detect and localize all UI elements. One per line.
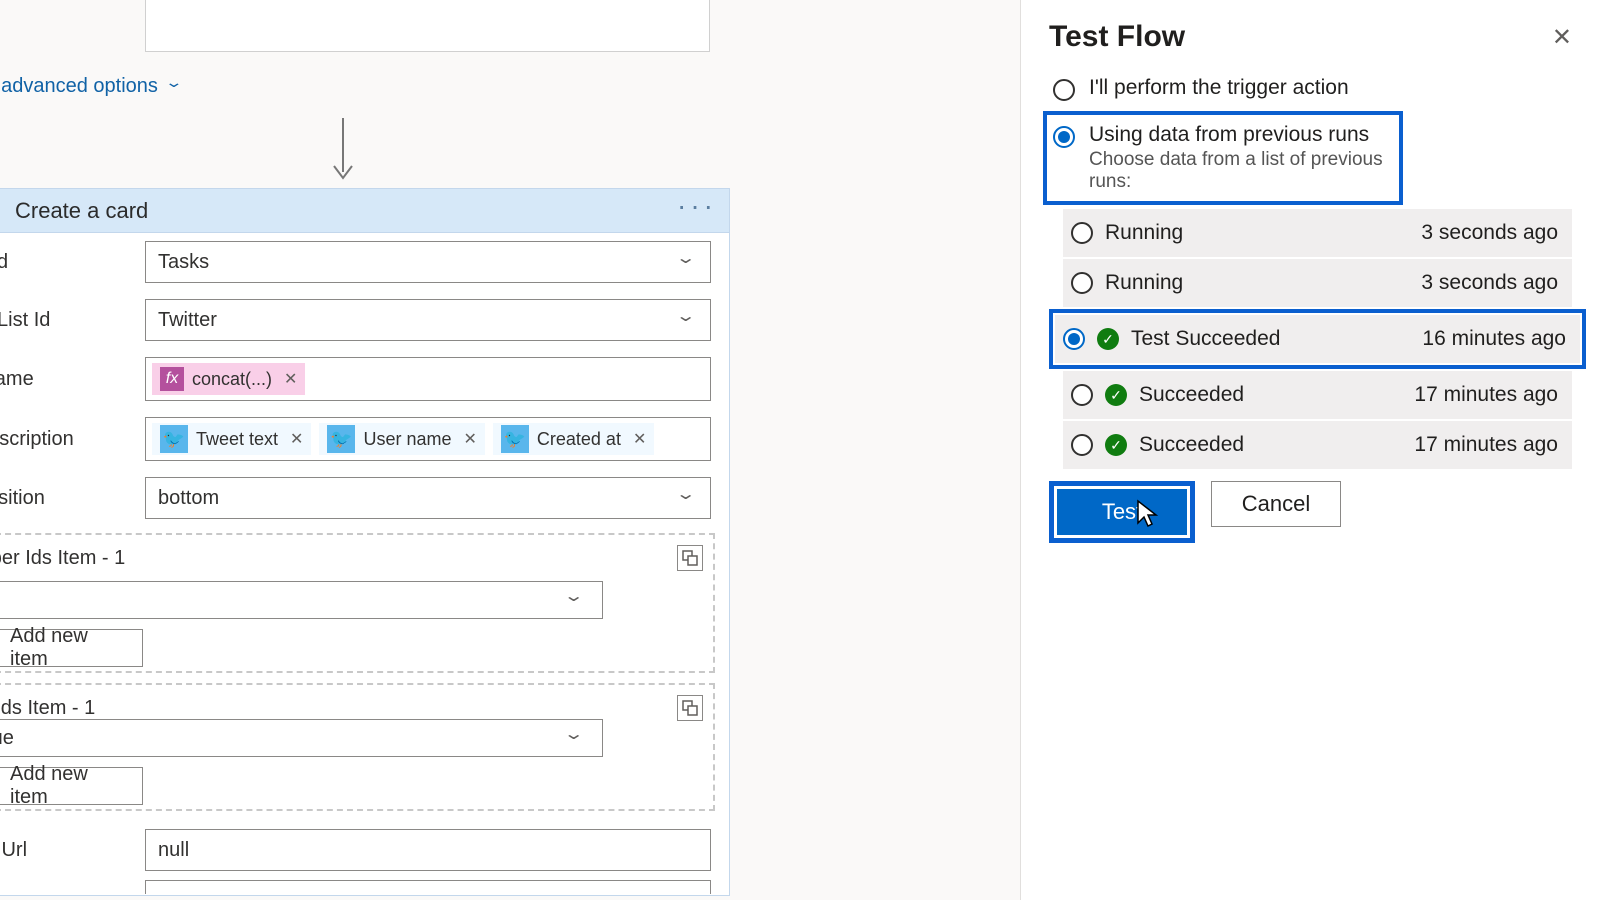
run-time: 3 seconds ago — [1421, 221, 1558, 245]
card-description-input[interactable]: 🐦 Tweet text ✕ 🐦 User name ✕ 🐦 Created a… — [145, 417, 711, 461]
run-time: 17 minutes ago — [1414, 383, 1558, 407]
success-icon: ✓ — [1105, 434, 1127, 456]
chevron-down-icon — [567, 590, 580, 610]
connector-arrow-icon — [330, 118, 356, 182]
advanced-options-label: ow advanced options — [0, 75, 158, 98]
run-status: Running — [1105, 271, 1183, 295]
radio-icon[interactable] — [1053, 126, 1075, 148]
board-id-select[interactable]: Tasks — [145, 241, 711, 283]
parent-list-id-select[interactable]: Twitter — [145, 299, 711, 341]
flow-canvas: ow advanced options Create a card ··· ar… — [0, 0, 1020, 900]
highlight-box-selected-run: ✓ Test Succeeded 16 minutes ago — [1049, 309, 1586, 369]
success-icon: ✓ — [1105, 384, 1127, 406]
board-id-value: Tasks — [158, 251, 209, 274]
radio-icon[interactable] — [1071, 272, 1093, 294]
dynamic-token-user-name[interactable]: 🐦 User name ✕ — [319, 423, 484, 455]
twitter-icon: 🐦 — [327, 425, 355, 453]
label-ids-array: bel Ids Item - 1 blue ＋ Add new item — [0, 683, 715, 811]
chevron-down-icon — [679, 488, 692, 508]
remove-token-icon[interactable]: ✕ — [290, 429, 303, 449]
label-ids-item-select[interactable]: blue — [0, 719, 603, 757]
run-item[interactable]: Running 3 seconds ago — [1063, 259, 1572, 307]
twitter-icon: 🐦 — [501, 425, 529, 453]
dynamic-token-tweet-text[interactable]: 🐦 Tweet text ✕ — [152, 423, 311, 455]
fx-icon: fx — [160, 367, 184, 391]
run-time: 17 minutes ago — [1414, 433, 1558, 457]
option-previous-label: Using data from previous runs — [1089, 123, 1393, 147]
chevron-down-icon — [168, 78, 180, 95]
source-url-input[interactable]: null — [145, 829, 711, 871]
member-ids-item-select[interactable] — [0, 581, 603, 619]
run-status: Succeeded — [1139, 433, 1244, 457]
array-mode-toggle-icon[interactable] — [677, 545, 703, 571]
remove-token-icon[interactable]: ✕ — [463, 429, 476, 449]
add-member-id-button[interactable]: ＋ Add new item — [0, 629, 143, 667]
expression-token-label: concat(...) — [192, 369, 272, 390]
radio-icon[interactable] — [1063, 328, 1085, 350]
option-previous-runs[interactable]: Using data from previous runs Choose dat… — [1049, 117, 1397, 199]
card-title: Create a card — [15, 198, 677, 224]
advanced-options-toggle[interactable]: ow advanced options — [0, 75, 180, 98]
cancel-button-label: Cancel — [1242, 491, 1310, 517]
array-mode-toggle-icon[interactable] — [677, 695, 703, 721]
run-item[interactable]: ✓ Succeeded 17 minutes ago — [1063, 421, 1572, 469]
dynamic-token-created-at[interactable]: 🐦 Created at ✕ — [493, 423, 654, 455]
run-time: 16 minutes ago — [1422, 327, 1566, 351]
field-label-card-name: rd Name — [0, 368, 101, 391]
truncated-input[interactable] — [145, 880, 711, 894]
card-header[interactable]: Create a card ··· — [0, 189, 729, 233]
run-item[interactable]: Running 3 seconds ago — [1063, 209, 1572, 257]
label-ids-title: bel Ids Item - 1 — [0, 697, 95, 720]
run-status: Succeeded — [1139, 383, 1244, 407]
card-name-input[interactable]: fx concat(...) ✕ — [145, 357, 711, 401]
chevron-down-icon — [679, 310, 692, 330]
run-time: 3 seconds ago — [1421, 271, 1558, 295]
option-trigger-label: I'll perform the trigger action — [1089, 76, 1349, 100]
highlight-box-test-button: Test — [1049, 481, 1195, 543]
add-label-id-label: Add new item — [10, 763, 128, 809]
member-ids-title: ember Ids Item - 1 — [0, 547, 125, 570]
highlight-box-option-previous: Using data from previous runs Choose dat… — [1043, 111, 1403, 205]
run-item-selected[interactable]: ✓ Test Succeeded 16 minutes ago — [1055, 315, 1580, 363]
card-position-select[interactable]: bottom — [145, 477, 711, 519]
remove-token-icon[interactable]: ✕ — [633, 429, 646, 449]
source-url-value: null — [158, 839, 189, 862]
test-button-label: Test — [1102, 499, 1142, 525]
remove-token-icon[interactable]: ✕ — [284, 369, 297, 389]
test-flow-panel: Test Flow ✕ I'll perform the trigger act… — [1020, 0, 1600, 900]
close-icon[interactable]: ✕ — [1552, 23, 1572, 52]
field-label-card-position: d Position — [0, 487, 101, 510]
twitter-icon: 🐦 — [160, 425, 188, 453]
label-ids-item-value: blue — [0, 727, 14, 750]
action-card-create-a-card: Create a card ··· ard Id Tasks rent List… — [0, 188, 730, 896]
run-status: Test Succeeded — [1131, 327, 1280, 351]
chevron-down-icon — [679, 252, 692, 272]
option-previous-sublabel: Choose data from a list of previous runs… — [1089, 149, 1393, 193]
previous-card-fragment — [145, 0, 710, 52]
radio-icon[interactable] — [1053, 79, 1075, 101]
field-label-board-id: ard Id — [0, 251, 101, 274]
cancel-button[interactable]: Cancel — [1211, 481, 1341, 527]
run-status: Running — [1105, 221, 1183, 245]
chevron-down-icon — [567, 728, 580, 748]
card-position-value: bottom — [158, 487, 219, 510]
radio-icon[interactable] — [1071, 434, 1093, 456]
member-ids-array: ember Ids Item - 1 ＋ Add new item — [0, 533, 715, 673]
option-trigger-action[interactable]: I'll perform the trigger action — [1049, 66, 1572, 111]
panel-title: Test Flow — [1049, 20, 1185, 54]
previous-runs-list: Running 3 seconds ago Running 3 seconds … — [1063, 209, 1572, 469]
add-member-id-label: Add new item — [10, 625, 128, 671]
radio-icon[interactable] — [1071, 222, 1093, 244]
run-item[interactable]: ✓ Succeeded 17 minutes ago — [1063, 371, 1572, 419]
field-label-card-description: d Description — [0, 428, 101, 451]
parent-list-id-value: Twitter — [158, 309, 217, 332]
field-label-parent-list-id: rent List Id — [0, 309, 101, 332]
test-button[interactable]: Test — [1057, 489, 1187, 535]
expression-token[interactable]: fx concat(...) ✕ — [152, 363, 305, 395]
add-label-id-button[interactable]: ＋ Add new item — [0, 767, 143, 805]
field-label-source-url: urce Url — [0, 839, 101, 862]
success-icon: ✓ — [1097, 328, 1119, 350]
radio-icon[interactable] — [1071, 384, 1093, 406]
